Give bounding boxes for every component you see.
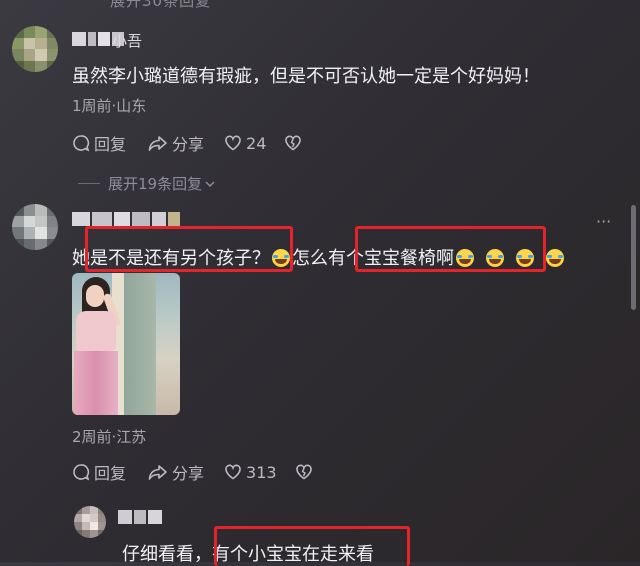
avatar[interactable] xyxy=(12,26,58,72)
heart-icon xyxy=(225,135,241,151)
share-label: 分享 xyxy=(172,464,205,483)
like-count: 313 xyxy=(246,462,277,482)
reply-label: 回复 xyxy=(94,135,127,154)
reply-button[interactable]: 回复 xyxy=(72,460,126,484)
comment-text: 虽然李小璐道德有瑕疵，但是不可否认她一定是个好妈妈！ xyxy=(72,66,540,87)
highlight-box xyxy=(85,226,293,272)
comment-image[interactable] xyxy=(72,273,180,415)
username-blurred[interactable] xyxy=(72,212,180,226)
share-button[interactable]: 分享 xyxy=(148,460,204,484)
heart-icon xyxy=(225,464,241,480)
like-count: 24 xyxy=(246,133,267,153)
scrollbar[interactable] xyxy=(631,205,636,310)
comment-actions: 回复 分享 24 xyxy=(72,131,302,155)
highlight-box xyxy=(214,526,410,566)
like-button[interactable]: 24 xyxy=(224,134,266,153)
more-options-button[interactable]: ··· xyxy=(596,212,611,231)
previous-expand-replies[interactable]: 展开30条回复 xyxy=(110,0,211,11)
reply-label: 回复 xyxy=(94,464,127,483)
laughing-emoji-icon xyxy=(546,249,564,267)
chat-bubble-icon xyxy=(73,464,90,481)
reply-button[interactable]: 回复 xyxy=(72,131,126,155)
comment-meta: 2周前·江苏 xyxy=(72,428,147,446)
username-blurred[interactable] xyxy=(118,510,162,524)
share-label: 分享 xyxy=(172,135,205,154)
chat-bubble-icon xyxy=(73,135,90,152)
like-button[interactable]: 313 xyxy=(224,463,277,482)
dislike-button[interactable] xyxy=(284,134,302,152)
broken-heart-icon xyxy=(295,464,312,480)
share-button[interactable]: 分享 xyxy=(148,131,204,155)
divider xyxy=(78,183,100,184)
expand-replies-label: 展开19条回复 xyxy=(108,175,203,193)
expand-replies-button[interactable]: 展开19条回复 xyxy=(78,173,216,194)
highlight-box xyxy=(355,226,546,272)
username[interactable]: 小吾 xyxy=(112,30,142,51)
share-arrow-icon xyxy=(148,136,167,151)
dislike-button[interactable] xyxy=(295,463,313,481)
comment-actions: 回复 分享 313 xyxy=(72,460,313,484)
avatar[interactable] xyxy=(12,204,58,250)
comment-meta: 1周前·山东 xyxy=(72,97,147,115)
broken-heart-icon xyxy=(285,135,302,151)
comment-text-part: 怎么 xyxy=(292,248,328,269)
avatar[interactable] xyxy=(74,506,106,538)
chevron-down-icon xyxy=(205,180,215,187)
share-arrow-icon xyxy=(148,465,167,480)
